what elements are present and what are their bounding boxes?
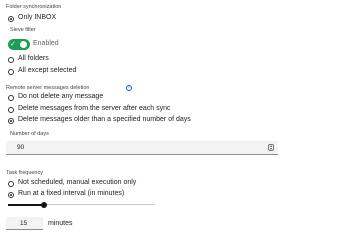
interval-input[interactable]: 15	[6, 217, 43, 230]
radio-fixed-interval-label: Run at a fixed interval (in minutes)	[18, 190, 125, 197]
info-icon[interactable]: i	[126, 85, 132, 91]
radio-delete-after-sync[interactable]	[8, 107, 14, 113]
days-input[interactable]: 90	[6, 141, 278, 155]
radio-all-except-selected[interactable]	[8, 69, 14, 75]
radio-no-delete[interactable]	[8, 95, 14, 101]
radio-fixed-interval[interactable]	[8, 192, 14, 198]
remote-deletion-label: Remote server messages deletion	[6, 85, 90, 91]
interval-input-value: 15	[20, 220, 28, 227]
radio-delete-after-sync-label: Delete messages from the server after ea…	[18, 105, 171, 112]
radio-only-inbox[interactable]	[8, 16, 14, 22]
sieve-enabled-toggle[interactable]: ✓	[8, 39, 30, 50]
interval-unit-label: minutes	[48, 220, 73, 227]
task-frequency-label: Task frequency	[6, 170, 43, 176]
radio-all-folders[interactable]	[8, 57, 14, 63]
stepper-icon[interactable]	[268, 144, 274, 151]
radio-not-scheduled-label: Not scheduled, manual execution only	[18, 179, 137, 186]
days-label: Number of days	[10, 131, 49, 137]
folder-sync-label: Folder synchronization	[6, 4, 62, 10]
radio-all-except-selected-label: All except selected	[18, 67, 77, 74]
interval-slider-thumb[interactable]	[41, 202, 47, 208]
days-input-value: 90	[17, 144, 25, 151]
sieve-toggle-label: Enabled	[33, 40, 59, 47]
toggle-knob	[20, 41, 27, 48]
sieve-filter-label: Sieve filter	[10, 27, 36, 33]
radio-not-scheduled[interactable]	[8, 181, 14, 187]
radio-no-delete-label: Do not delete any message	[18, 93, 104, 100]
radio-delete-older-than[interactable]	[8, 118, 14, 124]
radio-all-folders-label: All folders	[18, 55, 49, 62]
radio-only-inbox-label: Only INBOX	[18, 14, 57, 21]
radio-delete-older-than-label: Delete messages older than a specified n…	[18, 116, 191, 123]
interval-slider-fill	[8, 204, 44, 206]
check-icon: ✓	[10, 40, 16, 48]
